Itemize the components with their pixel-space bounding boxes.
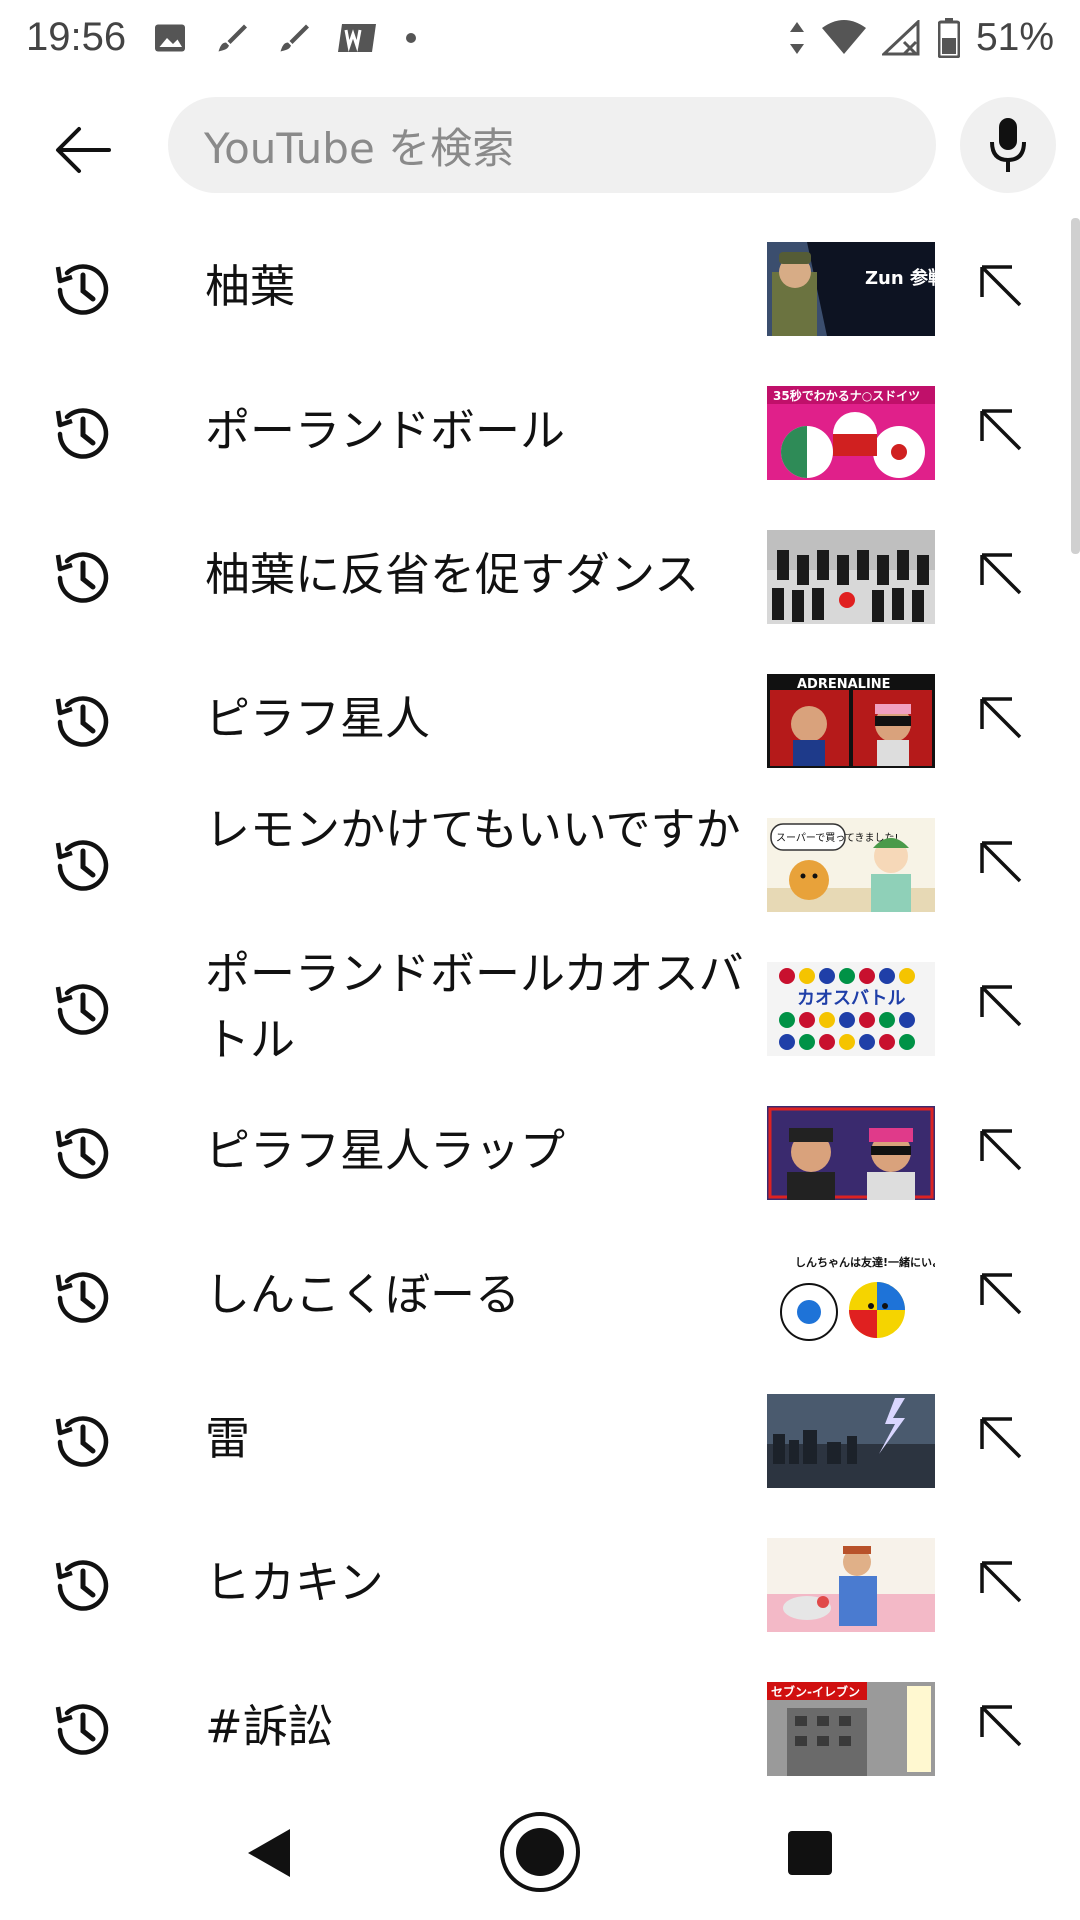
- nav-recents-icon[interactable]: [786, 1829, 834, 1877]
- history-icon: [55, 984, 109, 1035]
- image-icon: [152, 20, 188, 56]
- history-icon: [55, 408, 109, 459]
- history-item-label: ピラフ星人ラップ: [205, 1124, 566, 1177]
- history-thumbnail: スーパーで買ってきました!: [767, 818, 935, 912]
- history-item[interactable]: 雷: [0, 1367, 1080, 1511]
- voice-search-button[interactable]: [960, 97, 1056, 193]
- history-thumbnail: 35秒でわかるナ○スドイツ: [767, 386, 935, 480]
- arrow-up-left-icon: [980, 1273, 1022, 1315]
- history-item-label: ピラフ星人: [205, 692, 431, 745]
- history-icon: [55, 552, 109, 603]
- wifi-icon: [821, 19, 866, 56]
- scrollbar[interactable]: [1071, 218, 1080, 554]
- thumb-caption: カオスバトル: [797, 988, 906, 1009]
- back-button[interactable]: [38, 105, 128, 195]
- dot-icon: [404, 31, 418, 45]
- fill-query-button[interactable]: [966, 971, 1036, 1041]
- history-item[interactable]: ヒカキン: [0, 1511, 1080, 1655]
- history-icon: [55, 264, 109, 315]
- history-item[interactable]: 柚葉 Zun 参戦!: [0, 215, 1080, 359]
- history-item[interactable]: ポーランドボール 35秒でわかるナ○スドイツ: [0, 359, 1080, 503]
- arrow-up-left-icon: [980, 1705, 1022, 1747]
- status-bar: 19:56 51%: [0, 0, 1080, 75]
- history-icon: [55, 696, 109, 747]
- history-thumbnail: [767, 1538, 935, 1632]
- history-icon: [55, 1416, 109, 1467]
- fill-query-button[interactable]: [966, 539, 1036, 609]
- history-icon: [55, 1128, 109, 1179]
- arrow-up-left-icon: [980, 985, 1022, 1027]
- history-thumbnail: Zun 参戦!: [767, 242, 935, 336]
- fill-query-button[interactable]: [966, 1259, 1036, 1329]
- brush-icon: [276, 20, 312, 56]
- thumb-caption: セブン-イレブン: [771, 1684, 860, 1699]
- status-time: 19:56: [26, 15, 127, 59]
- fill-query-button[interactable]: [966, 1115, 1036, 1185]
- nav-home-icon[interactable]: [498, 1810, 582, 1894]
- arrow-up-left-icon: [980, 409, 1022, 451]
- data-arrows-icon: [788, 20, 806, 56]
- brush-icon: [214, 20, 250, 56]
- history-item-label: 雷: [205, 1412, 251, 1465]
- thumb-caption: ADRENALINE: [797, 677, 891, 692]
- history-thumbnail: セブン-イレブン: [767, 1682, 935, 1776]
- arrow-up-left-icon: [980, 697, 1022, 739]
- history-item-label: ヒカキン: [205, 1556, 384, 1609]
- search-placeholder: YouTube を検索: [204, 123, 515, 173]
- thumb-caption: 35秒でわかるナ○スドイツ: [773, 388, 920, 403]
- history-thumbnail: しんちゃんは友達!一緒にいようね!: [767, 1250, 935, 1344]
- navigation-bar: [0, 1785, 1080, 1920]
- arrow-up-left-icon: [980, 553, 1022, 595]
- microphone-icon: [990, 118, 1026, 172]
- history-item[interactable]: レモンかけてもいいですか スーパーで買ってきました!: [0, 791, 1080, 935]
- history-item-label: ポーランドボール: [205, 404, 566, 457]
- history-item-label: 柚葉に反省を促すダンス: [205, 548, 700, 601]
- history-item[interactable]: ポーランドボールカオスバトル カオスバトル: [0, 935, 1080, 1079]
- search-history-list: 柚葉 Zun 参戦! ポーランドボール 35秒でわかるナ○スドイツ: [0, 215, 1080, 1785]
- app-logo-icon: [338, 20, 378, 56]
- history-item[interactable]: ピラフ星人 ADRENALINE: [0, 647, 1080, 791]
- history-item[interactable]: ピラフ星人ラップ: [0, 1079, 1080, 1223]
- history-icon: [55, 1704, 109, 1755]
- history-item-label: #訴訟: [205, 1700, 333, 1753]
- history-item-label: レモンかけてもいいですか: [205, 803, 741, 856]
- fill-query-button[interactable]: [966, 827, 1036, 897]
- arrow-up-left-icon: [980, 265, 1022, 307]
- history-item[interactable]: #訴訟 セブン-イレブン: [0, 1655, 1080, 1799]
- search-input[interactable]: YouTube を検索: [168, 97, 936, 193]
- fill-query-button[interactable]: [966, 395, 1036, 465]
- battery-percent: 51%: [975, 15, 1054, 59]
- thumb-caption: しんちゃんは友達!一緒にいようね!: [795, 1255, 935, 1269]
- arrow-up-left-icon: [980, 1417, 1022, 1459]
- fill-query-button[interactable]: [966, 1547, 1036, 1617]
- arrow-left-icon: [56, 127, 111, 173]
- arrow-up-left-icon: [980, 1561, 1022, 1603]
- history-thumbnail: [767, 530, 935, 624]
- history-thumbnail: [767, 1394, 935, 1488]
- history-icon: [55, 1272, 109, 1323]
- fill-query-button[interactable]: [966, 251, 1036, 321]
- history-item-label: 柚葉: [205, 260, 296, 313]
- history-item-label: しんこくぼーる: [205, 1268, 521, 1321]
- history-item[interactable]: しんこくぼーる しんちゃんは友達!一緒にいようね!: [0, 1223, 1080, 1367]
- history-thumbnail: ADRENALINE: [767, 674, 935, 768]
- fill-query-button[interactable]: [966, 683, 1036, 753]
- arrow-up-left-icon: [980, 841, 1022, 883]
- history-thumbnail: カオスバトル: [767, 962, 935, 1056]
- fill-query-button[interactable]: [966, 1403, 1036, 1473]
- history-icon: [55, 840, 109, 891]
- history-item-label: ポーランドボールカオスバトル: [205, 947, 744, 1066]
- battery-icon: [937, 17, 960, 58]
- history-thumbnail: [767, 1106, 935, 1200]
- arrow-up-left-icon: [980, 1129, 1022, 1171]
- search-header: YouTube を検索: [0, 85, 1080, 205]
- history-item[interactable]: 柚葉に反省を促すダンス: [0, 503, 1080, 647]
- history-icon: [55, 1560, 109, 1611]
- fill-query-button[interactable]: [966, 1691, 1036, 1761]
- thumb-caption: Zun 参戦!: [865, 267, 935, 289]
- signal-off-icon: [881, 19, 922, 56]
- nav-back-icon[interactable]: [240, 1823, 300, 1883]
